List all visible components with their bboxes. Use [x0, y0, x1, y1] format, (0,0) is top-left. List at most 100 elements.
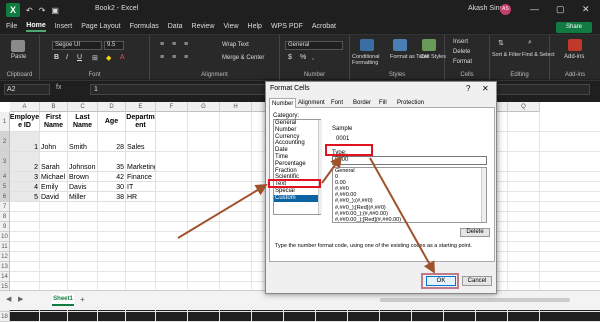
- category-item[interactable]: Fraction: [274, 168, 320, 175]
- format-button[interactable]: Format: [453, 59, 472, 65]
- underline-icon[interactable]: U: [77, 54, 82, 61]
- row-header[interactable]: 11: [0, 242, 10, 252]
- comma-icon[interactable]: ,: [312, 54, 314, 61]
- row-header[interactable]: 1: [0, 112, 10, 132]
- table-cell[interactable]: Marketing: [126, 152, 156, 172]
- column-header[interactable]: Q: [508, 102, 540, 112]
- row-header[interactable]: 3: [0, 152, 10, 172]
- align-center-icon[interactable]: ≡: [172, 54, 176, 61]
- redo-icon[interactable]: ↷: [39, 6, 46, 15]
- undo-icon[interactable]: ↶: [26, 6, 33, 15]
- table-cell[interactable]: John: [40, 132, 68, 152]
- minimize-button[interactable]: —: [530, 4, 539, 14]
- column-header[interactable]: F: [156, 102, 188, 112]
- align-left-icon[interactable]: ≡: [160, 54, 164, 61]
- header-cell[interactable]: Age: [98, 112, 126, 132]
- addins-icon[interactable]: [568, 39, 582, 51]
- column-header[interactable]: G: [188, 102, 220, 112]
- percent-icon[interactable]: %: [300, 54, 306, 61]
- row-header[interactable]: 6: [0, 192, 10, 202]
- table-cell[interactable]: 30: [98, 182, 126, 192]
- header-cell[interactable]: Employe e ID: [10, 112, 40, 132]
- table-cell[interactable]: HR: [126, 192, 156, 202]
- row-header[interactable]: 14: [0, 272, 10, 282]
- table-cell[interactable]: Sarah: [40, 152, 68, 172]
- table-cell[interactable]: Sales: [126, 132, 156, 152]
- conditional-formatting-icon[interactable]: [360, 39, 374, 51]
- cancel-button[interactable]: Cancel: [462, 276, 492, 286]
- table-cell[interactable]: 4: [10, 182, 40, 192]
- font-size-select[interactable]: 9.5: [104, 41, 124, 50]
- borders-icon[interactable]: ⊞: [92, 54, 98, 62]
- help-icon[interactable]: ?: [466, 84, 470, 93]
- bold-icon[interactable]: B: [54, 54, 59, 61]
- italic-icon[interactable]: I: [66, 54, 68, 61]
- tab-view[interactable]: View: [224, 23, 239, 30]
- horizontal-scrollbar[interactable]: [380, 298, 570, 302]
- tab-protection[interactable]: Protection: [395, 98, 426, 108]
- row-header[interactable]: 10: [0, 232, 10, 242]
- category-item[interactable]: Special: [274, 188, 320, 195]
- tab-alignment[interactable]: Alignment: [296, 98, 327, 108]
- row-header[interactable]: 12: [0, 252, 10, 262]
- insert-button[interactable]: Insert: [453, 39, 468, 45]
- table-cell[interactable]: Finance: [126, 172, 156, 182]
- row-header[interactable]: 7: [0, 202, 10, 212]
- delete-format-button[interactable]: Delete: [460, 228, 490, 237]
- category-item[interactable]: Currency: [274, 134, 320, 141]
- prev-sheet-icon[interactable]: ◀: [6, 295, 11, 303]
- row-header[interactable]: 13: [0, 262, 10, 272]
- delete-button[interactable]: Delete: [453, 49, 470, 55]
- addins-button[interactable]: Add-ins: [564, 54, 584, 60]
- category-item[interactable]: Number: [274, 127, 320, 134]
- paste-button[interactable]: Paste: [11, 54, 26, 60]
- merge-center-button[interactable]: Merge & Center: [222, 55, 264, 61]
- row-header[interactable]: 8: [0, 212, 10, 222]
- close-button[interactable]: ✕: [582, 4, 590, 15]
- format-list-scrollbar[interactable]: [481, 168, 486, 222]
- table-cell[interactable]: 28: [98, 132, 126, 152]
- header-cell[interactable]: Last Name: [68, 112, 98, 132]
- table-cell[interactable]: Davis: [68, 182, 98, 192]
- dialog-close-button[interactable]: ✕: [482, 84, 489, 93]
- table-cell[interactable]: Emily: [40, 182, 68, 192]
- table-cell[interactable]: IT: [126, 182, 156, 192]
- tab-fill[interactable]: Fill: [377, 98, 389, 108]
- table-cell[interactable]: Brown: [68, 172, 98, 182]
- category-item[interactable]: Custom: [274, 195, 320, 202]
- header-cell[interactable]: Departm ent: [126, 112, 156, 132]
- row-header[interactable]: 18: [0, 312, 10, 322]
- avatar[interactable]: AS: [500, 4, 511, 15]
- category-item[interactable]: General: [274, 120, 320, 127]
- category-list[interactable]: GeneralNumberCurrencyAccountingDateTimeP…: [273, 119, 321, 215]
- cell-styles-button[interactable]: Cell Styles: [420, 54, 446, 60]
- row-header[interactable]: 5: [0, 182, 10, 192]
- tab-acrobat[interactable]: Acrobat: [312, 23, 336, 30]
- align-top-icon[interactable]: ≡: [160, 41, 164, 48]
- align-right-icon[interactable]: ≡: [184, 54, 188, 61]
- column-header[interactable]: H: [220, 102, 252, 112]
- tab-number[interactable]: Number: [269, 98, 296, 108]
- column-header[interactable]: E: [126, 102, 156, 112]
- maximize-button[interactable]: ▢: [556, 4, 565, 15]
- font-name-select[interactable]: Segoe UI: [52, 41, 102, 50]
- wrap-text-button[interactable]: Wrap Text: [222, 42, 249, 48]
- find-select-icon[interactable]: ⌕: [528, 39, 532, 47]
- number-format-select[interactable]: General: [285, 41, 343, 50]
- sort-filter-icon[interactable]: ⇅: [498, 39, 504, 47]
- format-code-list[interactable]: General00.00#,##0#,##0.00#,##0_);(#,##0)…: [332, 167, 487, 223]
- tab-home[interactable]: Home: [26, 22, 45, 32]
- add-sheet-button[interactable]: +: [80, 295, 85, 304]
- fx-icon[interactable]: fx: [56, 84, 61, 91]
- table-cell[interactable]: 35: [98, 152, 126, 172]
- category-item[interactable]: Accounting: [274, 140, 320, 147]
- table-cell[interactable]: Michael: [40, 172, 68, 182]
- currency-icon[interactable]: $: [288, 54, 292, 61]
- fill-color-icon[interactable]: ◆: [106, 54, 111, 62]
- category-item[interactable]: Time: [274, 154, 320, 161]
- column-header[interactable]: C: [68, 102, 98, 112]
- table-cell[interactable]: Johnson: [68, 152, 98, 172]
- tab-help[interactable]: Help: [248, 23, 262, 30]
- row-header[interactable]: 4: [0, 172, 10, 182]
- tab-review[interactable]: Review: [192, 23, 215, 30]
